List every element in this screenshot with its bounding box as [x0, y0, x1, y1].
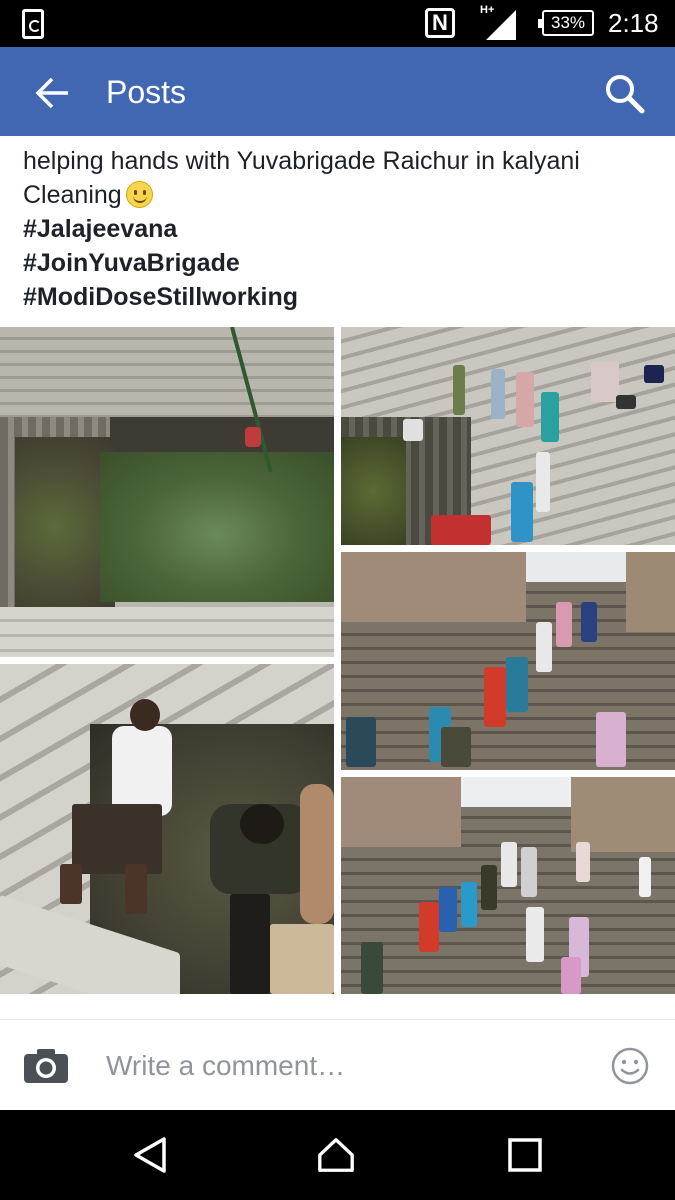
photo-detail [461, 777, 571, 807]
photo-detail [571, 777, 675, 852]
comment-composer [0, 1019, 675, 1110]
comment-input[interactable] [106, 1048, 586, 1084]
photo-detail [341, 777, 461, 847]
photo-detail [541, 392, 559, 442]
photo-detail [60, 864, 82, 904]
photo-detail [439, 887, 457, 932]
signal-icon [486, 10, 516, 40]
sync-icon [22, 9, 44, 39]
photo-detail [491, 369, 505, 419]
photo-detail [441, 727, 471, 767]
photo-detail [596, 712, 626, 767]
photo-detail [536, 622, 552, 672]
photo-detail [419, 902, 439, 952]
photo-detail [576, 842, 590, 882]
photo-detail [506, 657, 528, 712]
post-photo-pond[interactable] [0, 327, 334, 657]
smiley-icon[interactable] [610, 1046, 650, 1086]
photo-detail [526, 552, 626, 582]
nfc-icon: N [425, 8, 455, 38]
system-nav-bar [0, 1110, 675, 1200]
photo-detail [100, 452, 334, 602]
post-text-line: helping hands with Yuvabrigade Raichur i… [23, 147, 580, 175]
photo-detail [561, 957, 581, 994]
search-icon[interactable] [600, 69, 648, 117]
photo-detail [526, 907, 544, 962]
photo-detail [230, 894, 270, 994]
photo-detail [484, 667, 506, 727]
post-text-line: Cleaning [23, 178, 663, 212]
photo-detail [536, 452, 550, 512]
photo-detail [511, 482, 533, 542]
post-body: helping hands with Yuvabrigade Raichur i… [23, 136, 663, 314]
photo-detail [361, 942, 383, 994]
home-icon[interactable] [316, 1135, 356, 1175]
camera-icon[interactable] [22, 1047, 70, 1085]
post-text-fragment: Cleaning [23, 181, 122, 209]
photo-detail [72, 804, 162, 874]
photo-detail [461, 882, 477, 927]
hashtag-link[interactable]: #Jalajeevana [23, 212, 663, 246]
post-photo-cleaning[interactable] [0, 664, 334, 994]
post-photo-stairs-2[interactable] [341, 777, 675, 994]
back-triangle-icon[interactable] [130, 1135, 170, 1175]
photo-detail [341, 552, 526, 622]
arrow-left-icon[interactable] [30, 71, 74, 115]
battery-icon: 33% [538, 10, 594, 36]
battery-percent: 33% [550, 13, 586, 32]
photo-detail [516, 372, 534, 427]
hashtag-link[interactable]: #JoinYuvaBrigade [23, 246, 663, 280]
photo-detail [403, 419, 423, 441]
photo-detail [581, 602, 597, 642]
photo-detail [346, 717, 376, 767]
photo-detail [125, 864, 147, 914]
post-photo-stairs-1[interactable] [341, 552, 675, 770]
photo-detail [644, 365, 664, 383]
post-photo-steps[interactable] [341, 327, 675, 545]
clock: 2:18 [608, 8, 659, 38]
smiling-face-emoji-icon [125, 181, 153, 208]
recents-square-icon[interactable] [505, 1135, 545, 1175]
photo-detail [270, 924, 334, 994]
photo-detail [453, 365, 465, 415]
photo-detail [130, 699, 160, 731]
photo-detail [481, 865, 497, 910]
photo-detail [556, 602, 572, 647]
photo-detail [626, 552, 675, 632]
photo-detail [341, 437, 406, 545]
photo-detail [591, 362, 619, 402]
photo-detail [501, 842, 517, 887]
photo-detail [431, 515, 491, 545]
status-bar: N H+ 33% 2:18 [0, 0, 675, 47]
photo-detail [112, 726, 172, 816]
photo-detail [300, 784, 334, 924]
app-bar: Posts [0, 47, 675, 136]
photo-detail [0, 607, 334, 657]
photo-detail [616, 395, 636, 409]
photo-detail [240, 804, 284, 844]
photo-detail [639, 857, 651, 897]
hashtag-link[interactable]: #ModiDoseStillworking [23, 280, 663, 314]
photo-detail [245, 427, 261, 447]
photo-detail [521, 847, 537, 897]
truncated-line [23, 136, 663, 144]
page-title: Posts [106, 74, 187, 110]
